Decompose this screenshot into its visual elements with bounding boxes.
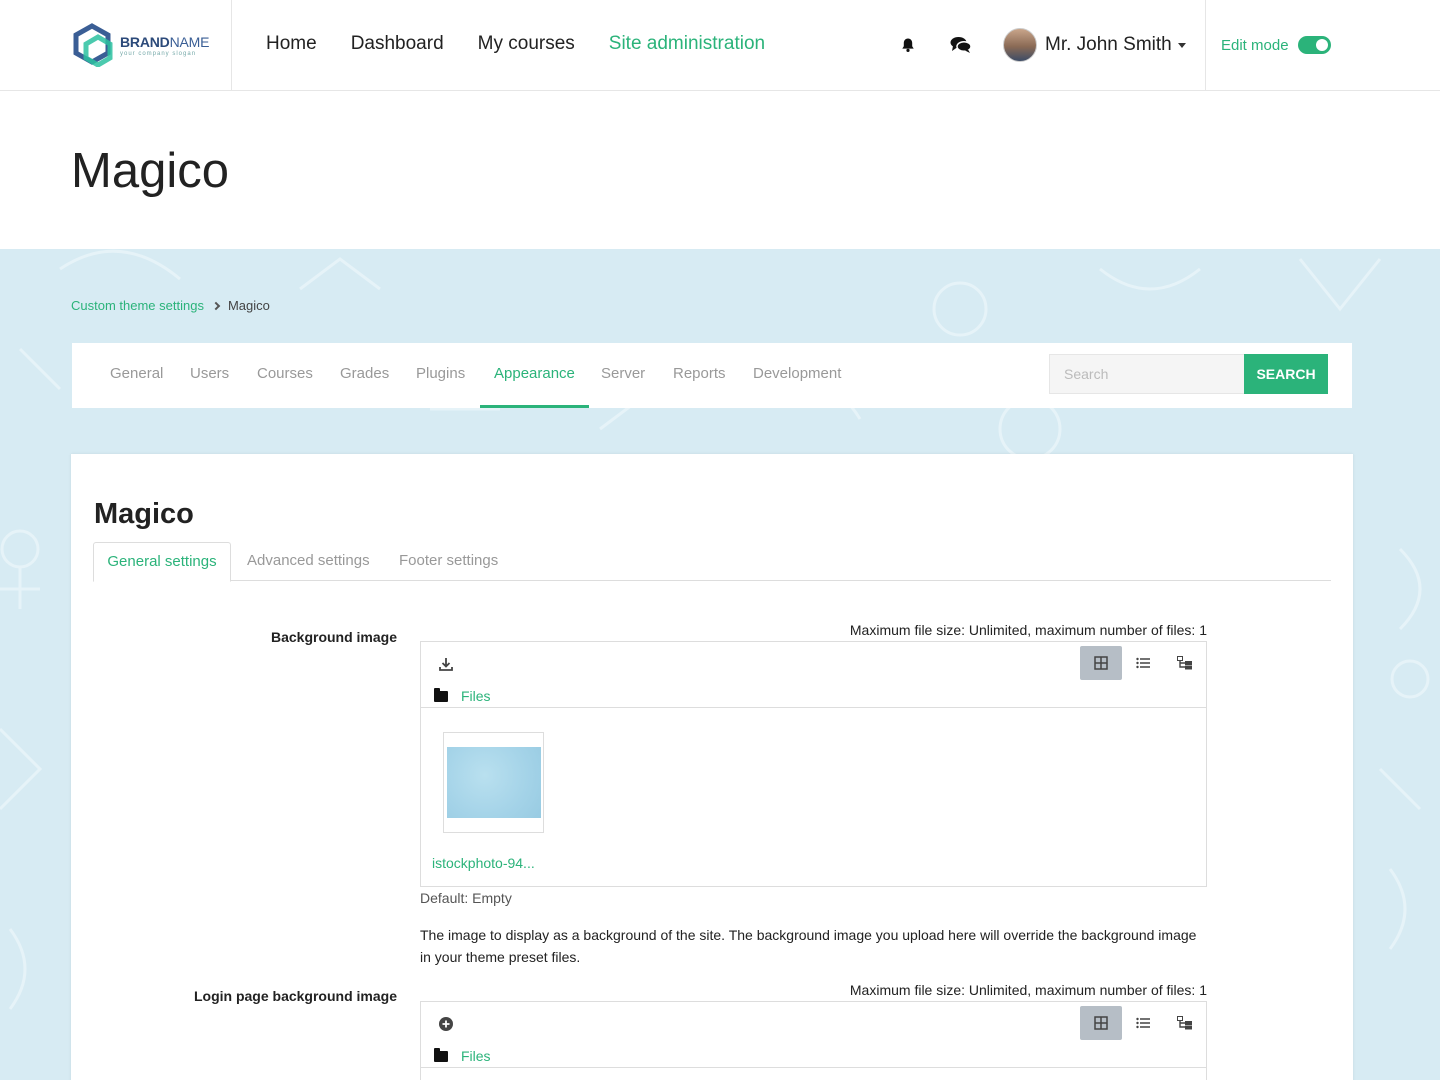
grid-view-icon: [1094, 656, 1108, 670]
admin-tabs-bar: General Users Courses Grades Plugins App…: [72, 343, 1352, 408]
background-image-filemanager: Files istockphoto-94...: [420, 641, 1207, 887]
breadcrumb-current: Magico: [227, 298, 270, 313]
file-name-link[interactable]: istockphoto-94...: [432, 855, 535, 871]
login-background-image-filemanager: Files: [420, 1001, 1207, 1080]
folder-icon: [434, 1047, 448, 1062]
user-menu[interactable]: Mr. John Smith: [1003, 0, 1186, 90]
notifications-button[interactable]: [900, 0, 916, 90]
search-button[interactable]: SEARCH: [1244, 354, 1328, 394]
grid-view-button[interactable]: [1080, 1006, 1122, 1040]
page-title: Magico: [71, 144, 229, 198]
tab-appearance[interactable]: Appearance: [480, 343, 589, 408]
filemanager-path: Files: [434, 687, 491, 704]
list-view-button[interactable]: [1122, 1006, 1164, 1040]
tree-view-button[interactable]: [1164, 646, 1206, 680]
tree-view-icon: [1177, 1016, 1192, 1030]
tab-general[interactable]: General: [110, 343, 163, 408]
file-thumbnail-image: [446, 747, 541, 818]
grid-view-button[interactable]: [1080, 646, 1122, 680]
messages-button[interactable]: [950, 0, 972, 90]
edit-mode-control: Edit mode: [1221, 0, 1331, 90]
filemanager-content: istockphoto-94...: [421, 708, 1206, 886]
files-path-link[interactable]: Files: [461, 1048, 491, 1064]
login-background-image-max-info: Maximum file size: Unlimited, maximum nu…: [849, 982, 1207, 998]
page-header: Magico: [0, 91, 1440, 249]
nav-dashboard[interactable]: Dashboard: [351, 33, 444, 55]
main-nav: Home Dashboard My courses Site administr…: [266, 33, 799, 55]
tab-general-settings[interactable]: General settings: [93, 542, 231, 582]
filemanager-toolbar: Files: [421, 1002, 1206, 1068]
add-icon[interactable]: [438, 1016, 454, 1032]
edit-mode-toggle[interactable]: [1297, 36, 1331, 54]
background-image-description: The image to display as a background of …: [420, 927, 1197, 965]
list-view-icon: [1136, 1017, 1150, 1029]
tab-grades[interactable]: Grades: [340, 343, 389, 408]
list-view-button[interactable]: [1122, 646, 1164, 680]
view-switcher: [1080, 646, 1206, 680]
nav-site-administration[interactable]: Site administration: [609, 33, 765, 55]
brand-logo[interactable]: BRANDNAME your company slogan: [70, 20, 220, 70]
tab-server[interactable]: Server: [601, 343, 645, 408]
chat-icon: [950, 37, 972, 53]
tab-development[interactable]: Development: [753, 343, 841, 408]
breadcrumb: Custom theme settings Magico: [71, 298, 270, 313]
nav-my-courses[interactable]: My courses: [478, 33, 575, 55]
brand-name-bold: BRAND: [120, 33, 170, 50]
background-image-label: Background image: [270, 629, 397, 645]
avatar: [1003, 28, 1037, 62]
tab-courses[interactable]: Courses: [257, 343, 313, 408]
folder-icon: [434, 687, 448, 702]
filemanager-path: Files: [434, 1047, 491, 1064]
search-input[interactable]: Search: [1049, 354, 1245, 394]
user-name: Mr. John Smith: [1045, 34, 1172, 55]
caret-down-icon: [1177, 42, 1186, 48]
list-view-icon: [1136, 657, 1150, 669]
tree-view-button[interactable]: [1164, 1006, 1206, 1040]
brand-slogan: your company slogan: [120, 50, 197, 57]
chevron-right-icon: [211, 301, 221, 310]
filemanager-toolbar: Files: [421, 642, 1206, 708]
tab-users[interactable]: Users: [190, 343, 229, 408]
edit-divider: [1205, 0, 1206, 90]
bell-icon: [902, 38, 914, 52]
login-background-image-label: Login page background image: [193, 988, 397, 1004]
background-image-max-info: Maximum file size: Unlimited, maximum nu…: [849, 622, 1207, 638]
files-path-link[interactable]: Files: [461, 688, 491, 704]
tab-footer-settings[interactable]: Footer settings: [399, 542, 498, 581]
tab-advanced-settings[interactable]: Advanced settings: [247, 542, 370, 581]
edit-mode-label: Edit mode: [1221, 36, 1289, 54]
brand-divider: [231, 0, 232, 90]
grid-view-icon: [1094, 1016, 1108, 1030]
settings-card: Magico General settings Advanced setting…: [71, 454, 1353, 1080]
settings-subtabs: General settings Advanced settings Foote…: [93, 542, 1331, 582]
nav-home[interactable]: Home: [266, 33, 317, 55]
tab-plugins[interactable]: Plugins: [416, 343, 465, 408]
view-switcher: [1080, 1006, 1206, 1040]
tree-view-icon: [1177, 656, 1192, 670]
download-icon[interactable]: [438, 656, 454, 672]
card-title: Magico: [94, 498, 194, 530]
breadcrumb-parent-link[interactable]: Custom theme settings: [71, 298, 204, 313]
file-thumbnail[interactable]: [443, 732, 544, 833]
background-image-default: Default: Empty: [420, 890, 512, 906]
brand-hexagon-icon: [73, 23, 113, 67]
brand-name-light: NAME: [169, 33, 210, 50]
top-navbar: BRANDNAME your company slogan Home Dashb…: [0, 0, 1440, 91]
tab-reports[interactable]: Reports: [673, 343, 726, 408]
